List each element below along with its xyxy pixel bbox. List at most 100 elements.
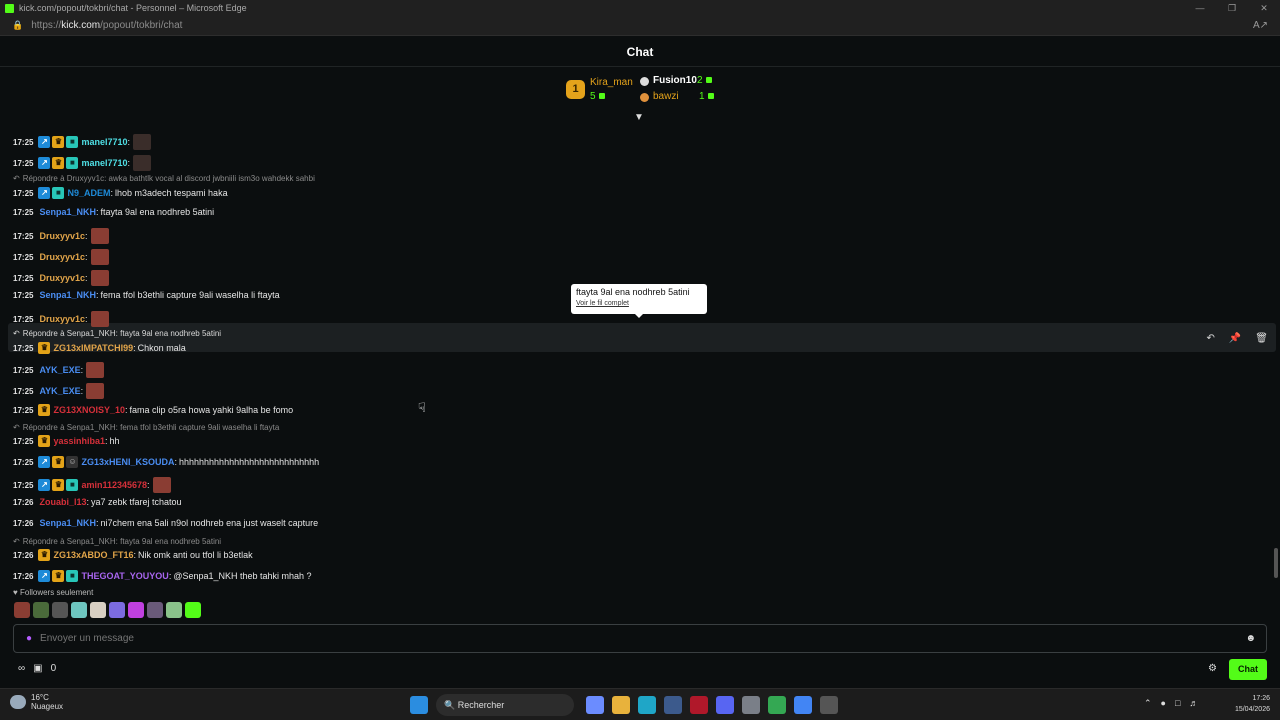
message-username[interactable]: Druxyyv1c [39, 252, 85, 262]
reply-context[interactable]: ↶ Répondre à Senpa1_NKH: ftayta 9al ena n… [13, 329, 221, 338]
network-icon[interactable]: □ [1175, 698, 1180, 709]
tray-expand-icon[interactable]: ⌃ [1144, 698, 1152, 709]
gift-badge-icon[interactable]: ■ [52, 187, 65, 199]
subscriber-crown-icon[interactable]: ♛ [52, 157, 65, 169]
subscriber-crown-icon[interactable]: ♛ [38, 549, 51, 561]
message-username[interactable]: ZG13xIMPATCHI99 [53, 343, 133, 353]
gift-icon[interactable]: ▣ [33, 663, 42, 674]
reply-context[interactable]: ↶ Répondre à Senpa1_NKH: fema tfol b3ethl… [13, 423, 279, 432]
store-icon[interactable] [664, 696, 682, 714]
message-username[interactable]: Senpa1_NKH [39, 518, 96, 528]
weather-widget[interactable]: 16°C Nuageux [10, 693, 63, 711]
gift-badge-icon[interactable]: ■ [66, 136, 79, 148]
pin-icon[interactable]: 📌 [1229, 333, 1241, 344]
leader-second-name[interactable]: Fusion10 [653, 75, 697, 86]
emoji-picker-icon[interactable]: ☻ [1245, 633, 1256, 644]
message-username[interactable]: amin112345678 [81, 480, 147, 490]
send-chat-button[interactable]: Chat [1229, 659, 1267, 680]
file-explorer-icon[interactable] [612, 696, 630, 714]
gift-badge-icon[interactable]: ■ [66, 157, 79, 169]
subscriber-crown-icon[interactable]: ♛ [52, 479, 65, 491]
acrobat-icon[interactable] [690, 696, 708, 714]
emote-icon[interactable] [90, 311, 109, 327]
microphone-icon[interactable]: ● [26, 633, 32, 644]
mic-tray-icon[interactable]: ● [1161, 698, 1166, 709]
edge-icon[interactable] [638, 696, 656, 714]
gift-badge-icon[interactable]: ■ [66, 479, 79, 491]
message-input-box[interactable]: ● ☻ [13, 624, 1267, 653]
taskbar-clock[interactable]: 17:26 15/04/2026 [1224, 693, 1270, 715]
emote-icon[interactable] [133, 134, 152, 150]
volume-icon[interactable]: ♬ [1189, 698, 1198, 709]
message-username[interactable]: N9_ADEM [67, 188, 110, 198]
lock-icon[interactable]: 🔒 [12, 20, 23, 31]
leader-first-name[interactable]: Kira_man [590, 77, 633, 88]
discord-icon[interactable] [716, 696, 734, 714]
subscriber-crown-icon[interactable]: ♛ [38, 435, 51, 447]
verified-badge-icon[interactable]: ↗ [38, 456, 51, 468]
reply-context[interactable]: ↶ Répondre à Senpa1_NKH: ftayta 9al ena n… [13, 537, 221, 546]
message-username[interactable]: manel7710 [81, 137, 127, 147]
emote-icon[interactable] [109, 602, 125, 618]
reply-icon[interactable]: ↶ [1206, 333, 1214, 344]
emote-icon[interactable] [133, 155, 152, 171]
verified-badge-icon[interactable]: ↗ [38, 187, 51, 199]
url-text[interactable]: https://kick.com/popout/tokbri/chat [31, 20, 182, 31]
windows-start-icon[interactable] [410, 696, 428, 714]
gift-badge-icon[interactable]: ■ [66, 570, 79, 582]
verified-badge-icon[interactable]: ↗ [38, 136, 51, 148]
message-username[interactable]: AYK_EXE [39, 386, 80, 396]
app-icon[interactable] [820, 696, 838, 714]
message-username[interactable]: ZG13xABDO_FT16 [53, 550, 133, 560]
emote-icon[interactable] [71, 602, 87, 618]
emote-icon[interactable] [166, 602, 182, 618]
minimize-button[interactable]: — [1184, 0, 1216, 16]
message-username[interactable]: Druxyyv1c [39, 231, 85, 241]
taskbar-search[interactable]: 🔍 Rechercher [436, 694, 574, 716]
address-bar[interactable]: 🔒 https://kick.com/popout/tokbri/chat A↗ [0, 16, 1280, 36]
copilot-icon[interactable] [586, 696, 604, 714]
subscriber-crown-icon[interactable]: ♛ [52, 136, 65, 148]
subscriber-crown-icon[interactable]: ♛ [38, 404, 51, 416]
emote-icon[interactable] [90, 249, 109, 265]
settings-icon[interactable] [742, 696, 760, 714]
chrome-icon[interactable] [768, 696, 786, 714]
message-username[interactable]: AYK_EXE [39, 365, 80, 375]
emote-icon[interactable] [90, 228, 109, 244]
message-username[interactable]: yassinhiba1 [53, 436, 105, 446]
subscriber-crown-icon[interactable]: ♛ [52, 456, 65, 468]
emote-icon[interactable] [52, 602, 68, 618]
emote-icon[interactable] [14, 602, 30, 618]
message-username[interactable]: ZG13XNOISY_10 [53, 405, 125, 415]
verified-badge-icon[interactable]: ↗ [38, 479, 51, 491]
message-username[interactable]: Senpa1_NKH [39, 207, 96, 217]
settings-gear-icon[interactable]: ⚙ [1208, 663, 1217, 674]
message-username[interactable]: ZG13xHENI_KSOUDA [81, 457, 174, 467]
emote-icon[interactable] [33, 602, 49, 618]
share-icon[interactable]: ∞ [18, 663, 25, 674]
emote-icon[interactable] [185, 602, 201, 618]
subscriber-crown-icon[interactable]: ♛ [52, 570, 65, 582]
message-username[interactable]: Druxyyv1c [39, 314, 85, 324]
message-input[interactable] [40, 633, 1246, 644]
emote-icon[interactable] [128, 602, 144, 618]
message-username[interactable]: THEGOAT_YOUYOU [81, 571, 168, 581]
chat-scrollbar[interactable] [1274, 548, 1278, 578]
subscriber-crown-icon[interactable]: ♛ [38, 342, 51, 354]
close-button[interactable]: ✕ [1248, 0, 1280, 16]
verified-badge-icon[interactable]: ↗ [38, 570, 51, 582]
message-username[interactable]: Druxyyv1c [39, 273, 85, 283]
read-aloud-icon[interactable]: A↗ [1253, 20, 1268, 31]
emote-icon[interactable] [86, 383, 105, 399]
collapse-leaderboard-icon[interactable]: ▼ [634, 112, 644, 123]
chrome-profile-icon[interactable] [794, 696, 812, 714]
leader-third-name[interactable]: bawzi [653, 91, 679, 102]
view-thread-link[interactable]: Voir le fil complet [576, 300, 702, 307]
verified-badge-icon[interactable]: ↗ [38, 157, 51, 169]
restore-button[interactable]: ❐ [1216, 0, 1248, 16]
delete-icon[interactable]: 🗑 [1255, 333, 1268, 344]
reply-context[interactable]: ↶ Répondre à Druxyyv1c: awka bathtlk voca… [13, 174, 315, 183]
avatar-badge-icon[interactable]: ☺ [66, 456, 79, 468]
message-username[interactable]: Senpa1_NKH [39, 290, 96, 300]
emote-icon[interactable] [90, 270, 109, 286]
